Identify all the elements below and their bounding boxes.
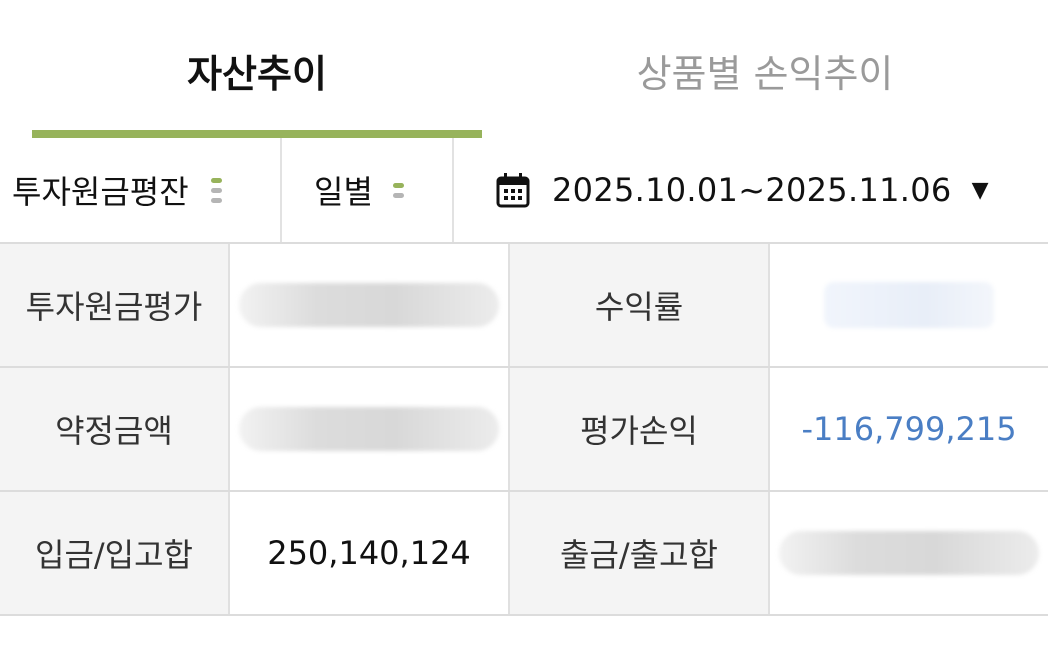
table-row: 입금/입고합 250,140,124 출금/출고합 (0, 492, 1048, 616)
value-contract-amount (230, 368, 510, 490)
tab-asset-trend[interactable]: 자산추이 (32, 44, 482, 104)
summary-table: 투자원금평가 수익률 약정금액 평가손익 -116,799,215 입금/입고합… (0, 242, 1048, 616)
tab-product-pnl-trend[interactable]: 상품별 손익추이 (540, 44, 990, 104)
label-valuation-pnl: 평가손익 (510, 368, 770, 490)
redacted-value (239, 283, 499, 327)
redacted-value (779, 531, 1039, 575)
value-deposit-total: 250,140,124 (230, 492, 510, 614)
dropdown-handle-icon (392, 182, 404, 198)
dropdown-handle-icon (210, 177, 222, 203)
date-range-text: 2025.10.01~2025.11.06 (552, 171, 952, 209)
basis-dropdown-label: 투자원금평잔 (12, 173, 189, 211)
label-withdrawal-total: 출금/출고합 (510, 492, 770, 614)
calendar-icon (496, 173, 530, 208)
table-row: 투자원금평가 수익률 (0, 244, 1048, 368)
label-deposit-total: 입금/입고합 (0, 492, 230, 614)
label-contract-amount: 약정금액 (0, 368, 230, 490)
value-valuation-pnl: -116,799,215 (770, 368, 1048, 490)
tab-bar: 자산추이 상품별 손익추이 (0, 0, 1048, 138)
value-investment-principal-eval (230, 244, 510, 366)
date-range-picker[interactable]: 2025.10.01~2025.11.06 ▼ (454, 138, 1048, 242)
filter-bar: 투자원금평잔 일별 2025.10.01~2025.11.06 ▼ (0, 138, 1048, 242)
label-return-rate: 수익률 (510, 244, 770, 366)
period-dropdown[interactable]: 일별 (282, 138, 454, 242)
active-tab-indicator (32, 130, 482, 138)
value-withdrawal-total (770, 492, 1048, 614)
period-dropdown-label: 일별 (314, 173, 373, 211)
table-row: 약정금액 평가손익 -116,799,215 (0, 368, 1048, 492)
label-investment-principal-eval: 투자원금평가 (0, 244, 230, 366)
value-return-rate (770, 244, 1048, 366)
redacted-value (239, 407, 499, 451)
caret-down-icon: ▼ (971, 177, 989, 203)
redacted-value (824, 282, 994, 328)
basis-dropdown[interactable]: 투자원금평잔 (0, 138, 282, 242)
